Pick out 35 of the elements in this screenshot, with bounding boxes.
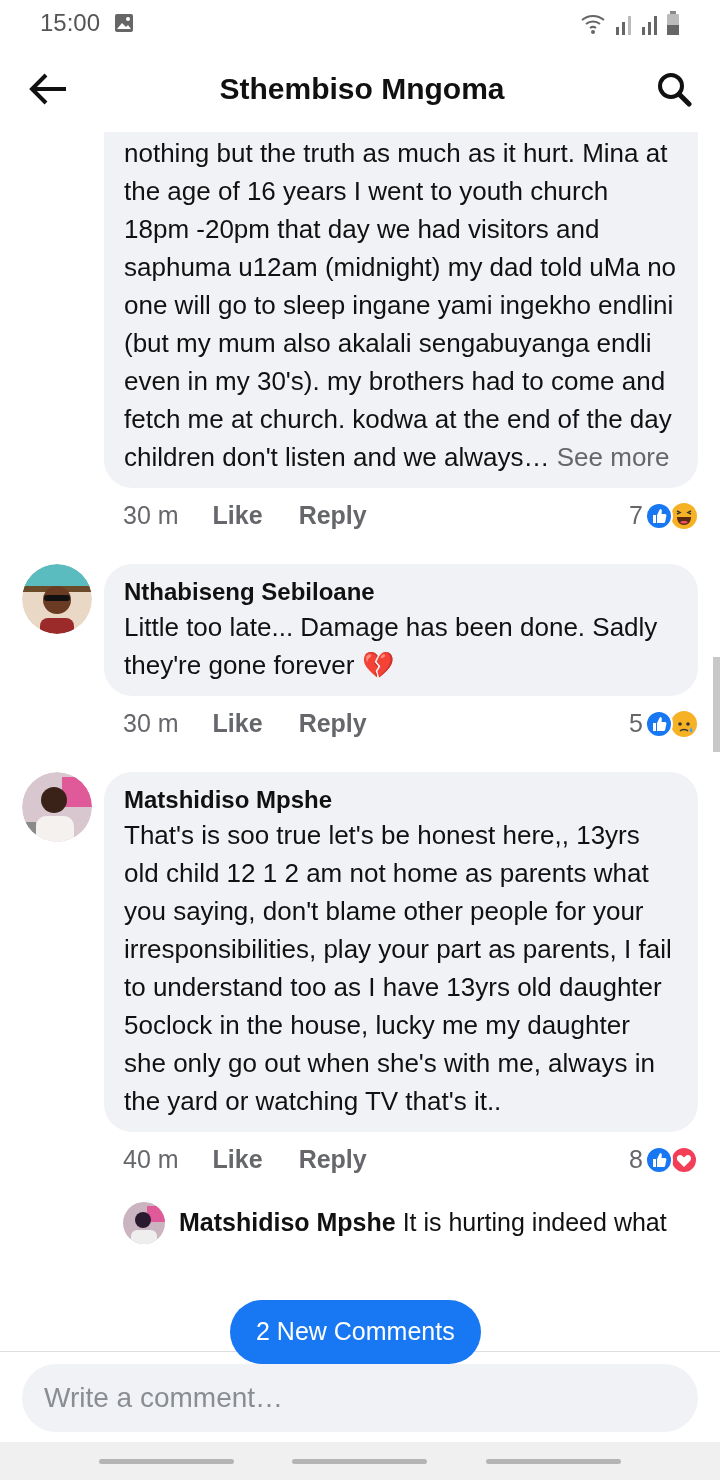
- like-icon: [645, 1146, 673, 1174]
- reply-button[interactable]: Reply: [298, 705, 367, 743]
- page-title: Sthembiso Mngoma: [218, 71, 506, 107]
- reaction-count: 5: [629, 708, 643, 740]
- comment-time: 30 m: [123, 500, 179, 532]
- image-icon: [114, 12, 135, 33]
- like-icon: [645, 710, 673, 738]
- like-button[interactable]: Like: [212, 497, 263, 535]
- status-time: 15:00: [40, 7, 101, 38]
- back-arrow-icon[interactable]: [28, 71, 68, 106]
- comment-text: That's is soo true let's be honest here,, 13yrs old child 12 1 2 am not home as parents what you saying, don't blame other people for your irresponsibilities, play your part as parents, I fail to understand too as I have 13yrs old daughter 5oclock in the house, lucky me my daughter she only go out when she's with me, always in the yard or watching TV that's it..: [124, 819, 673, 1118]
- see-more-link[interactable]: See more: [549, 442, 670, 472]
- comment-text: Little too late... Damage has been done. Sadly they're gone forever 💔: [124, 611, 659, 682]
- nav-handle[interactable]: [292, 1458, 428, 1464]
- new-comments-button[interactable]: 2 New Comments: [230, 1300, 481, 1364]
- comment-time: 30 m: [123, 708, 179, 740]
- like-button[interactable]: Like: [212, 705, 263, 743]
- comment-author[interactable]: Nthabiseng Sebiloane: [124, 576, 678, 608]
- reply-button[interactable]: Reply: [298, 1141, 367, 1179]
- search-icon[interactable]: [656, 70, 692, 107]
- comment-text: nothing but the truth as much as it hurt. Mina at the age of 16 years I went to youth church 18pm -20pm that day we had visitors and saphuma u12am (midnight) my dad told uMa no one will go to sleep ingane yami ingekho endlini (but my mum also akalali sengabuyanga endli even in my 30's). my brothers had to come and fetch me at church. kodwa at the end of the day children don't listen and we always… See more: [124, 137, 678, 474]
- nav-handle[interactable]: [485, 1458, 621, 1464]
- nav-handle[interactable]: [99, 1458, 235, 1464]
- comment-time: 40 m: [123, 1144, 179, 1176]
- like-button[interactable]: Like: [212, 1141, 263, 1179]
- reply-button[interactable]: Reply: [298, 497, 367, 535]
- reply-text: Matshidiso Mpshe It is hurting indeed what: [179, 1207, 667, 1239]
- reaction-count: 8: [629, 1144, 643, 1176]
- reaction-count: 7: [629, 500, 643, 532]
- like-icon: [645, 502, 673, 530]
- comment-field[interactable]: Write a comment…: [22, 1364, 698, 1432]
- laughing-face-icon: [670, 502, 698, 530]
- sad-face-icon: [670, 710, 698, 738]
- battery-icon: [666, 10, 680, 35]
- comment-author[interactable]: Matshidiso Mpshe: [124, 784, 678, 816]
